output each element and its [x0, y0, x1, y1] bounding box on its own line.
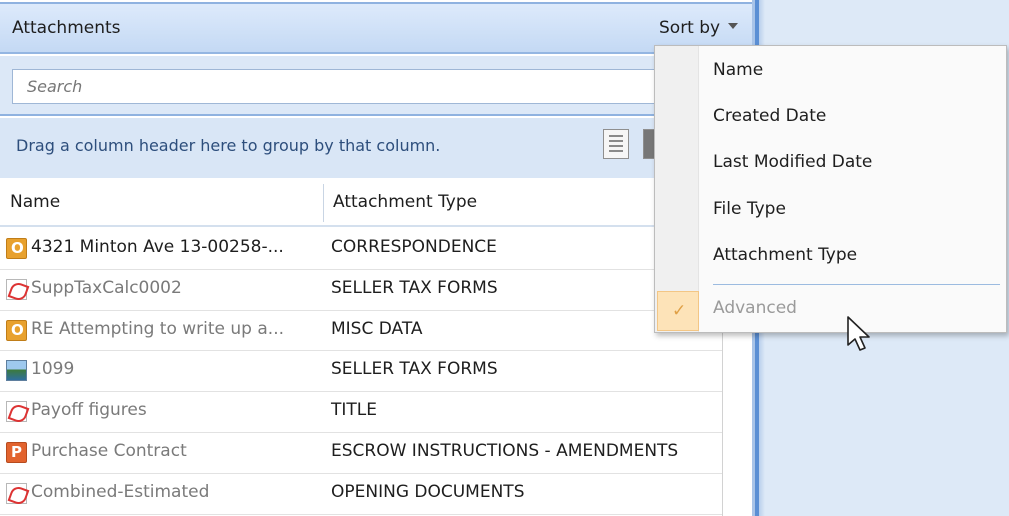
menu-item-label: Last Modified Date: [713, 152, 873, 172]
attachment-type-cell: MISC DATA: [331, 318, 423, 339]
sort-by-label: Sort by: [659, 18, 721, 38]
attachments-panel: Attachments Sort by Drag a column header…: [0, 0, 757, 516]
column-header-attachment-type[interactable]: Attachment Type: [333, 192, 477, 212]
file-name: Payoff figures: [31, 400, 147, 421]
sort-by-button[interactable]: Sort by: [659, 18, 739, 38]
sort-option-created-date[interactable]: Created Date: [700, 94, 1006, 140]
sort-option-last-modified-date[interactable]: Last Modified Date: [700, 140, 1006, 186]
name-cell: RE Attempting to write up a...: [6, 319, 322, 343]
advanced-check-highlight: ✓: [657, 291, 699, 331]
attachment-type-cell: SELLER TAX FORMS: [331, 277, 498, 298]
grid-header: Name Attachment Type: [0, 180, 752, 227]
group-by-area: Drag a column header here to group by th…: [0, 118, 752, 178]
attachment-type-cell: ESCROW INSTRUCTIONS - AMENDMENTS: [331, 440, 679, 461]
search-box: [12, 69, 662, 104]
file-name: Combined-Estimated: [31, 481, 210, 502]
sort-option-attachment-type[interactable]: Attachment Type: [700, 233, 1006, 279]
column-header-name[interactable]: Name: [10, 192, 60, 212]
table-row[interactable]: Payoff figures TITLE: [0, 392, 722, 433]
file-name: 1099: [31, 359, 75, 380]
menu-item-label: Name: [713, 60, 764, 80]
outlook-icon: [6, 238, 27, 259]
pdf-icon: [6, 482, 27, 504]
group-by-hint: Drag a column header here to group by th…: [16, 136, 441, 155]
file-name: RE Attempting to write up a...: [31, 318, 284, 339]
table-row[interactable]: Purchase Contract ESCROW INSTRUCTIONS - …: [0, 433, 722, 474]
table-row[interactable]: 1099 SELLER TAX FORMS: [0, 351, 722, 393]
table-row[interactable]: SuppTaxCalc0002 SELLER TAX FORMS: [0, 270, 722, 311]
name-cell: Payoff figures: [6, 400, 322, 424]
panel-title: Attachments: [12, 18, 121, 38]
menu-icon-gutter: [655, 46, 699, 332]
table-row[interactable]: RE Attempting to write up a... MISC DATA: [0, 311, 722, 352]
file-name: 4321 Minton Ave 13-00258-...: [31, 237, 284, 257]
attachment-type-cell: TITLE: [331, 400, 377, 421]
powerpoint-icon: [6, 441, 27, 463]
attachment-type-cell: CORRESPONDENCE: [331, 237, 497, 257]
file-name: Purchase Contract: [31, 440, 187, 461]
mouse-pointer-icon: [847, 316, 870, 351]
attachment-type-cell: SELLER TAX FORMS: [331, 359, 498, 380]
menu-item-label: Advanced: [713, 298, 797, 318]
panel-header: Attachments Sort by: [0, 2, 752, 54]
menu-item-label: File Type: [713, 199, 786, 219]
name-cell: Combined-Estimated: [6, 482, 322, 506]
pdf-icon: [6, 278, 27, 300]
menu-item-label: Created Date: [713, 106, 827, 126]
sort-menu: Name Created Date Last Modified Date Fil…: [654, 45, 1007, 333]
menu-item-label: Attachment Type: [713, 245, 858, 265]
search-input[interactable]: [13, 70, 661, 103]
column-chooser-icon[interactable]: [603, 129, 629, 159]
chevron-down-icon: [728, 23, 739, 29]
menu-separator: [713, 284, 1000, 285]
name-cell: 4321 Minton Ave 13-00258-...: [6, 237, 322, 261]
table-row[interactable]: 4321 Minton Ave 13-00258-... CORRESPONDE…: [0, 229, 722, 270]
file-name: SuppTaxCalc0002: [31, 277, 182, 298]
image-icon: [6, 360, 27, 382]
pdf-icon: [6, 401, 27, 423]
checkmark-icon: ✓: [672, 301, 687, 321]
outlook-icon: [6, 319, 27, 341]
column-divider[interactable]: [323, 184, 324, 222]
table-row[interactable]: Combined-Estimated OPENING DOCUMENTS: [0, 474, 722, 515]
name-cell: 1099: [6, 359, 322, 383]
attachment-type-cell: OPENING DOCUMENTS: [331, 481, 525, 502]
sort-option-file-type[interactable]: File Type: [700, 187, 1006, 233]
sort-option-name[interactable]: Name: [700, 48, 1006, 94]
search-area: [0, 56, 752, 116]
name-cell: SuppTaxCalc0002: [6, 278, 322, 302]
name-cell: Purchase Contract: [6, 441, 322, 465]
attachments-list: 4321 Minton Ave 13-00258-... CORRESPONDE…: [0, 229, 722, 515]
